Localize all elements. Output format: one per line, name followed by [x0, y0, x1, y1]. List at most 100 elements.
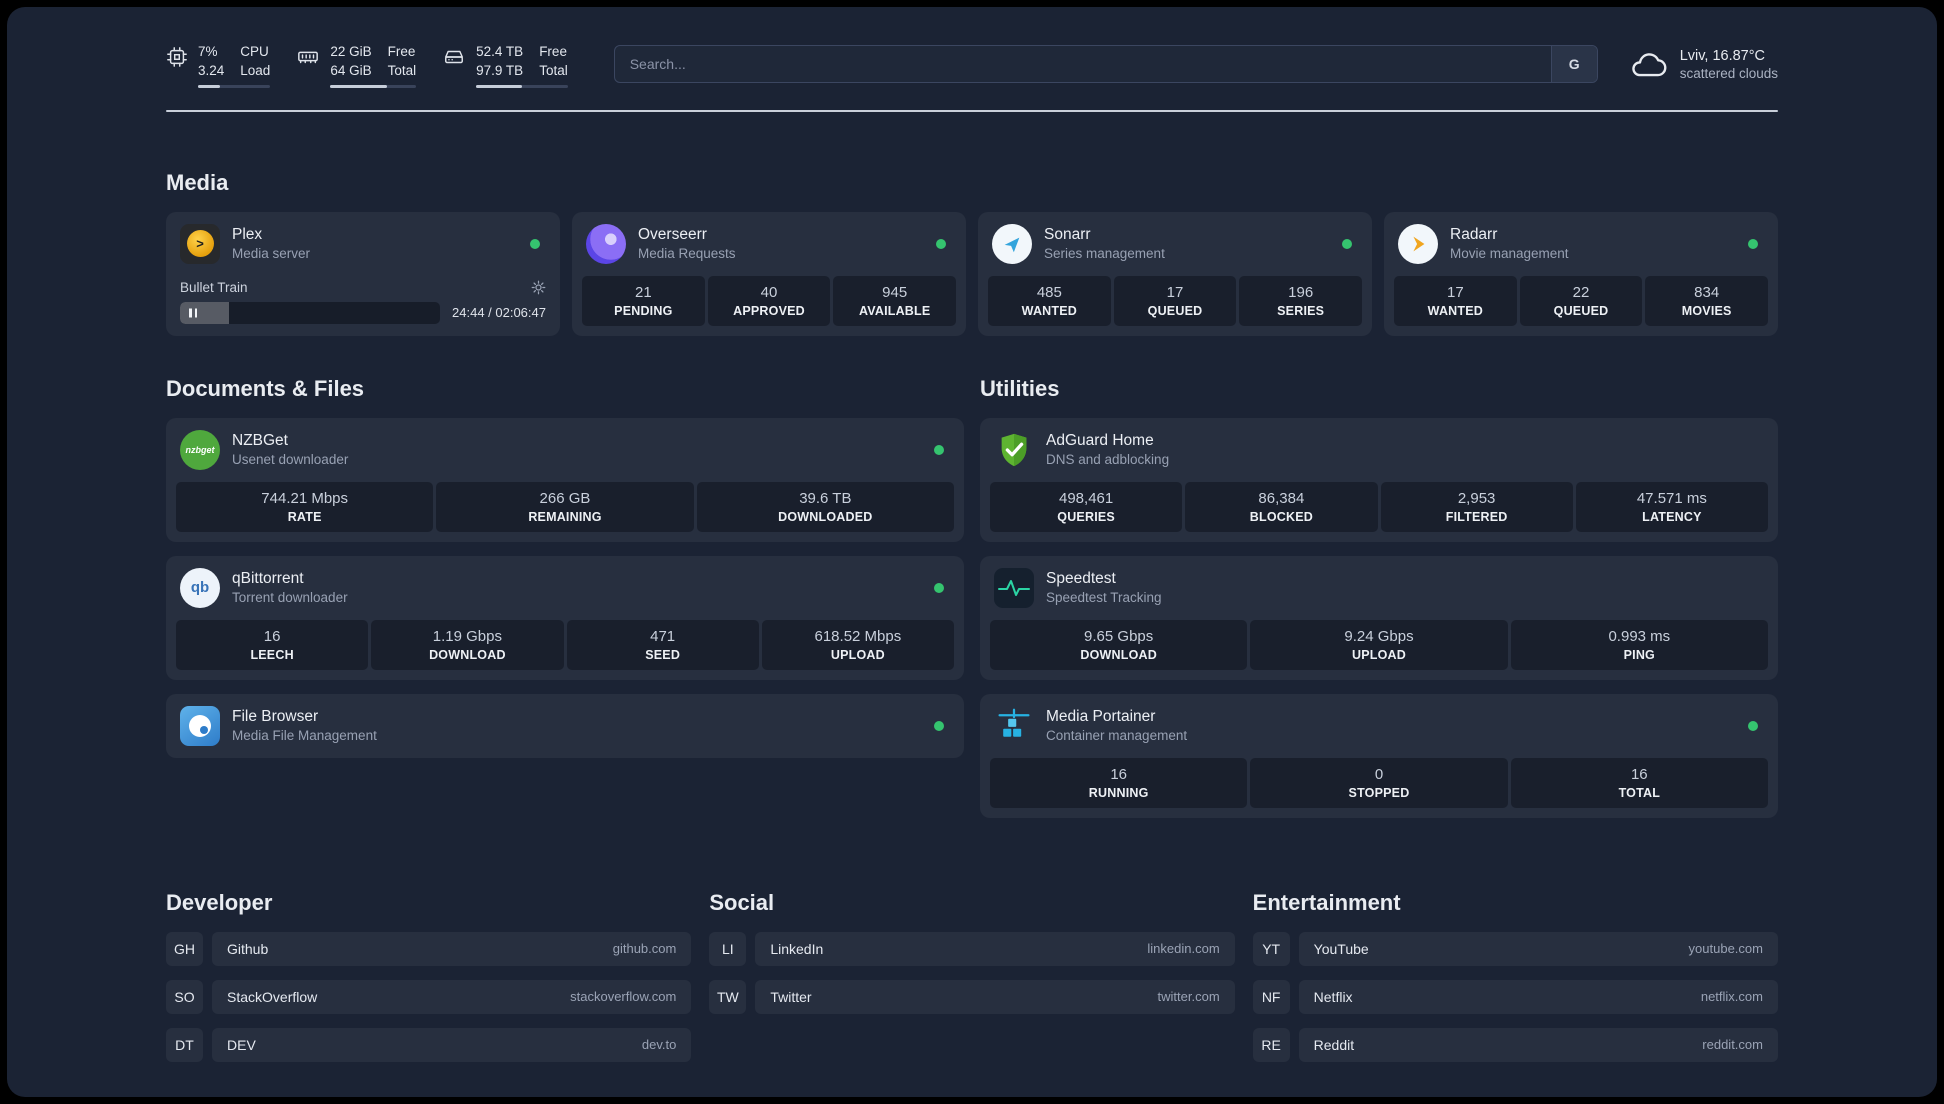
stat-running: 16 RUNNING [990, 757, 1248, 808]
disk-icon [445, 50, 464, 64]
bookmark-abbr[interactable]: TW [709, 979, 747, 1014]
cpu-widget: 7% 3.24 CPU Load [166, 41, 271, 88]
service-name: Sonarr [1044, 226, 1091, 244]
service-name: NZBGet [232, 432, 288, 450]
memory-icon [298, 51, 319, 64]
service-card-speedtest[interactable]: Speedtest Speedtest Tracking 9.65 Gbps D… [980, 555, 1778, 680]
stat-download: 1.19 Gbps DOWNLOAD [371, 619, 564, 670]
status-dot [1342, 238, 1352, 249]
service-card-nzbget[interactable]: nzbget NZBGet Usenet downloader 744.21 M… [166, 417, 964, 542]
bookmark-link[interactable]: StackOverflow stackoverflow.com [212, 979, 692, 1014]
speedtest-icon [994, 567, 1034, 608]
service-name: AdGuard Home [1046, 432, 1154, 450]
stat-pending: 21 PENDING [582, 275, 705, 326]
status-dot [934, 720, 944, 731]
service-card-filebrowser[interactable]: File Browser Media File Management [166, 693, 964, 758]
service-description: Container management [1046, 728, 1188, 744]
bookmark-link[interactable]: Github github.com [212, 931, 692, 966]
service-card-overseerr[interactable]: Overseerr Media Requests 21 PENDING 40 A… [572, 211, 966, 336]
service-description: Media server [232, 246, 311, 262]
bookmark-link[interactable]: DEV dev.to [212, 1027, 692, 1062]
bookmark-link[interactable]: Twitter twitter.com [755, 979, 1235, 1014]
stat-queued: 22 QUEUED [1519, 275, 1643, 326]
bookmark-github[interactable]: GH Github github.com [166, 931, 692, 966]
sonarr-icon [992, 223, 1032, 264]
bookmark-abbr[interactable]: LI [709, 931, 747, 966]
stat-wanted: 17 WANTED [1394, 275, 1517, 326]
section-title-developer: Developer [166, 889, 273, 915]
dashboard: 7% 3.24 CPU Load 22 GiB 64 GiB Free Tota… [7, 7, 1937, 1097]
topbar-divider [166, 109, 1778, 112]
section-title-entertainment: Entertainment [1252, 889, 1401, 915]
stat-latency: 47.571 ms LATENCY [1575, 481, 1768, 532]
stat-series: 196 SERIES [1239, 275, 1363, 326]
disk-usage-bar [476, 84, 568, 88]
stat-upload: 618.52 Mbps UPLOAD [761, 619, 954, 670]
stat-download: 9.65 Gbps DOWNLOAD [990, 619, 1248, 670]
service-name: Speedtest [1046, 570, 1116, 588]
service-card-adguard[interactable]: AdGuard Home DNS and adblocking 498,461 … [980, 417, 1778, 542]
bookmark-abbr[interactable]: SO [166, 979, 203, 1014]
stat-blocked: 86,384 BLOCKED [1185, 481, 1378, 532]
bookmark-link[interactable]: YouTube youtube.com [1298, 931, 1778, 966]
service-description: Movie management [1450, 246, 1569, 262]
service-card-sonarr[interactable]: Sonarr Series management 485 WANTED 17 Q… [978, 211, 1372, 336]
search-input[interactable] [614, 46, 1551, 83]
bookmark-linkedin[interactable]: LI LinkedIn linkedin.com [709, 931, 1235, 966]
bookmark-abbr[interactable]: GH [166, 931, 203, 966]
bookmark-abbr[interactable]: NF [1252, 979, 1290, 1014]
pause-icon[interactable] [189, 308, 197, 318]
service-name: Media Portainer [1046, 708, 1156, 726]
search-provider-button[interactable]: G [1550, 46, 1597, 83]
plex-icon: > [180, 223, 220, 264]
stat-ping: 0.993 ms PING [1510, 619, 1768, 670]
gear-icon[interactable] [531, 280, 546, 295]
bookmark-abbr[interactable]: RE [1252, 1027, 1290, 1062]
bookmark-abbr[interactable]: YT [1252, 931, 1290, 966]
playback-progress-bar[interactable] [180, 301, 441, 324]
section-title-media: Media [166, 169, 229, 195]
bookmark-reddit[interactable]: RE Reddit reddit.com [1252, 1027, 1778, 1062]
bookmark-dev[interactable]: DT DEV dev.to [166, 1027, 692, 1062]
bookmark-link[interactable]: LinkedIn linkedin.com [755, 931, 1235, 966]
memory-usage-bar [330, 84, 417, 88]
section-title-social: Social [709, 889, 775, 915]
cpu-labels: CPU Load [240, 44, 271, 78]
service-card-qbittorrent[interactable]: qb qBittorrent Torrent downloader 16 LEE… [166, 555, 964, 680]
stat-movies: 834 MOVIES [1645, 275, 1769, 326]
status-dot [1748, 720, 1758, 731]
service-name: Plex [232, 226, 263, 244]
service-description: Usenet downloader [232, 452, 349, 468]
service-card-portainer[interactable]: Media Portainer Container management 16 … [980, 693, 1778, 818]
bookmark-link[interactable]: Netflix netflix.com [1298, 979, 1778, 1014]
disk-values: 52.4 TB 97.9 TB [476, 44, 524, 78]
stat-filtered: 2,953 FILTERED [1380, 481, 1573, 532]
bookmark-link[interactable]: Reddit reddit.com [1298, 1027, 1778, 1062]
status-dot [936, 238, 946, 249]
bookmark-stackoverflow[interactable]: SO StackOverflow stackoverflow.com [166, 979, 692, 1014]
weather-condition: scattered clouds [1679, 65, 1778, 81]
overseerr-icon [586, 223, 626, 264]
disk-labels: Free Total [539, 44, 568, 78]
section-title-documents: Documents & Files [166, 375, 365, 401]
bookmark-abbr[interactable]: DT [166, 1027, 203, 1062]
service-card-plex[interactable]: > Plex Media server Bullet Train 24:44 /… [166, 211, 560, 336]
section-title-utilities: Utilities [980, 375, 1060, 401]
service-card-radarr[interactable]: Radarr Movie management 17 WANTED 22 QUE… [1384, 211, 1778, 336]
service-name: Radarr [1450, 226, 1498, 244]
stat-wanted: 485 WANTED [988, 275, 1111, 326]
memory-labels: Free Total [387, 44, 417, 78]
radarr-icon [1398, 223, 1438, 264]
bookmark-twitter[interactable]: TW Twitter twitter.com [709, 979, 1235, 1014]
bookmark-youtube[interactable]: YT YouTube youtube.com [1252, 931, 1778, 966]
status-dot [934, 444, 944, 455]
nzbget-icon: nzbget [180, 429, 220, 470]
service-name: qBittorrent [232, 570, 304, 588]
playback-progress-fill [180, 301, 230, 324]
stat-upload: 9.24 Gbps UPLOAD [1250, 619, 1508, 670]
bookmark-netflix[interactable]: NF Netflix netflix.com [1252, 979, 1778, 1014]
stat-seed: 471 SEED [566, 619, 759, 670]
service-description: Series management [1044, 246, 1165, 262]
disk-widget: 52.4 TB 97.9 TB Free Total [442, 41, 568, 88]
stat-stopped: 0 STOPPED [1250, 757, 1508, 808]
